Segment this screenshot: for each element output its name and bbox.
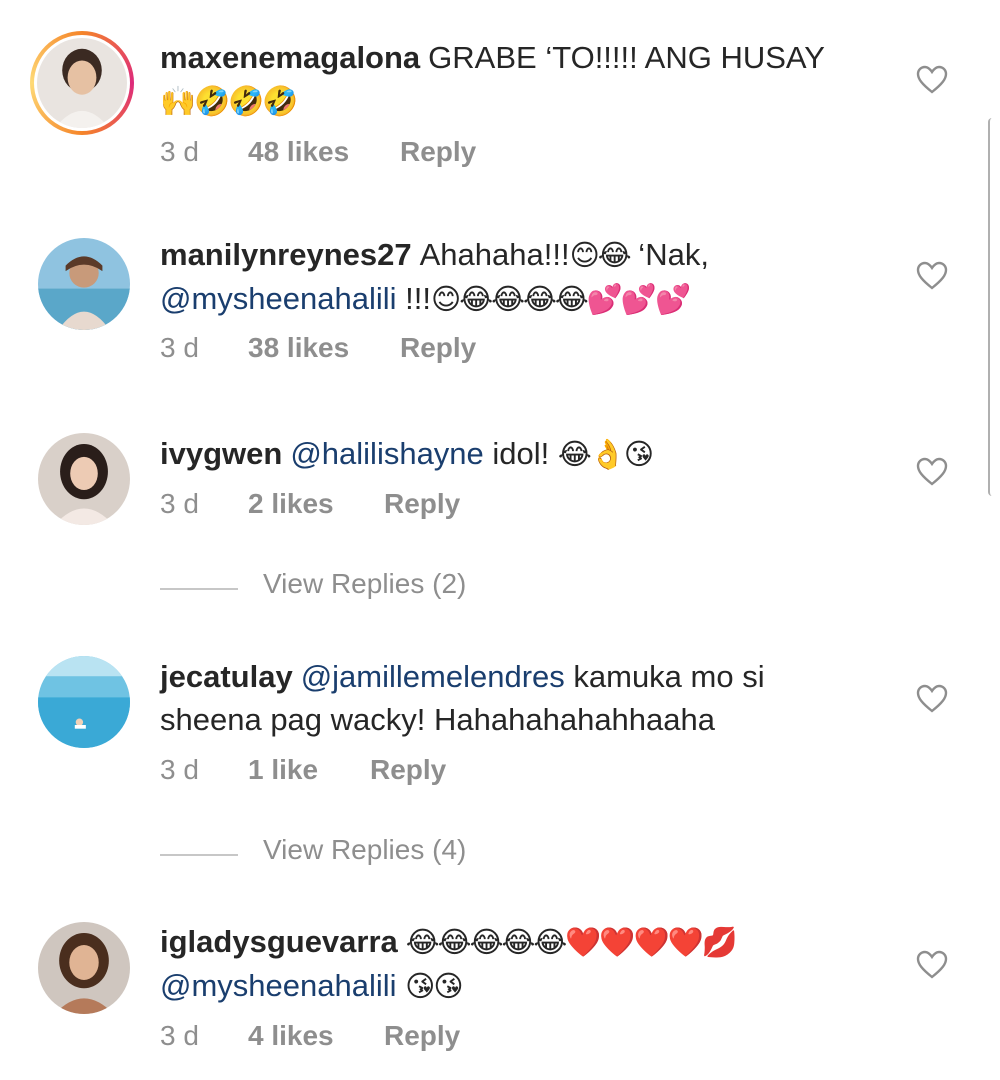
comment-body: Ahahaha!!! [419,237,570,272]
emoji-sequence: 😂😂😂😂😂❤️❤️❤️❤️💋 [405,925,738,959]
emoji-sequence: 🙌🤣🤣🤣 [160,84,298,118]
emoji-sequence: 😂👌😘 [557,437,654,471]
username[interactable]: maxenemagalona [160,40,420,75]
avatar[interactable] [38,656,130,748]
mention-link[interactable]: @mysheenahalili [160,281,397,316]
likes-count[interactable]: 1 like [248,754,318,786]
heart-icon[interactable] [916,950,948,980]
view-replies-label[interactable]: View Replies (4) [263,834,466,866]
view-replies-button[interactable]: View Replies (2) [160,568,560,608]
reply-button[interactable]: Reply [384,1020,460,1052]
reply-button[interactable]: Reply [400,332,476,364]
reply-button[interactable]: Reply [400,136,476,168]
heart-icon[interactable] [916,684,948,714]
timestamp: 3 d [160,136,199,167]
avatar[interactable] [38,922,130,1014]
heart-icon[interactable] [916,457,948,487]
likes-count[interactable]: 38 likes [248,332,349,364]
comment-body: kamuka mo si [564,659,765,694]
heart-icon[interactable] [916,261,948,291]
comment-body: idol! [483,436,550,471]
emoji-sequence: 😊😂😂😂😂💕💕💕 [430,282,691,316]
view-replies-label[interactable]: View Replies (2) [263,568,466,600]
timestamp: 3 d [160,754,199,785]
avatar[interactable] [38,238,130,330]
likes-count[interactable]: 48 likes [248,136,349,168]
comment-body: GRABE ‘TO!!!!! ANG HUSAY [428,40,825,75]
likes-count[interactable]: 4 likes [248,1020,334,1052]
mention-link[interactable]: @jamillemelendres [301,659,565,694]
avatar[interactable] [37,38,127,128]
emoji-sequence: 😊😂 [569,238,632,272]
mention-link[interactable]: @halilishayne [290,436,483,471]
comment-text: jecatulay @jamillemelendres kamuka mo si … [160,655,900,741]
scrollbar[interactable] [988,118,998,496]
reply-button[interactable]: Reply [370,754,446,786]
emoji-sequence: 😘😘 [405,969,463,1003]
username[interactable]: jecatulay [160,659,293,694]
comment-text: manilynreynes27 Ahahaha!!!😊😂 ‘Nak, @myshe… [160,233,900,321]
reply-button[interactable]: Reply [384,488,460,520]
view-replies-button[interactable]: View Replies (4) [160,834,560,874]
timestamp: 3 d [160,488,199,519]
likes-count[interactable]: 2 likes [248,488,334,520]
timestamp: 3 d [160,332,199,363]
timestamp: 3 d [160,1020,199,1051]
heart-icon[interactable] [916,65,948,95]
comment-body: ‘Nak, [629,237,709,272]
replies-divider [160,854,238,856]
comment-body: sheena pag wacky! Hahahahahahhaaha [160,702,716,737]
username[interactable]: manilynreynes27 [160,237,412,272]
avatar[interactable] [38,433,130,525]
comment-text: igladysguevarra 😂😂😂😂😂❤️❤️❤️❤️💋 @mysheenah… [160,920,900,1008]
username[interactable]: ivygwen [160,436,282,471]
username[interactable]: igladysguevarra [160,924,398,959]
replies-divider [160,588,238,590]
comment-body: !!! [396,281,431,316]
mention-link[interactable]: @mysheenahalili [160,968,397,1003]
comment-text: ivygwen @halilishayne idol! 😂👌😘 [160,432,900,476]
comment-text: maxenemagalona GRABE ‘TO!!!!! ANG HUSAY 🙌… [160,36,900,123]
